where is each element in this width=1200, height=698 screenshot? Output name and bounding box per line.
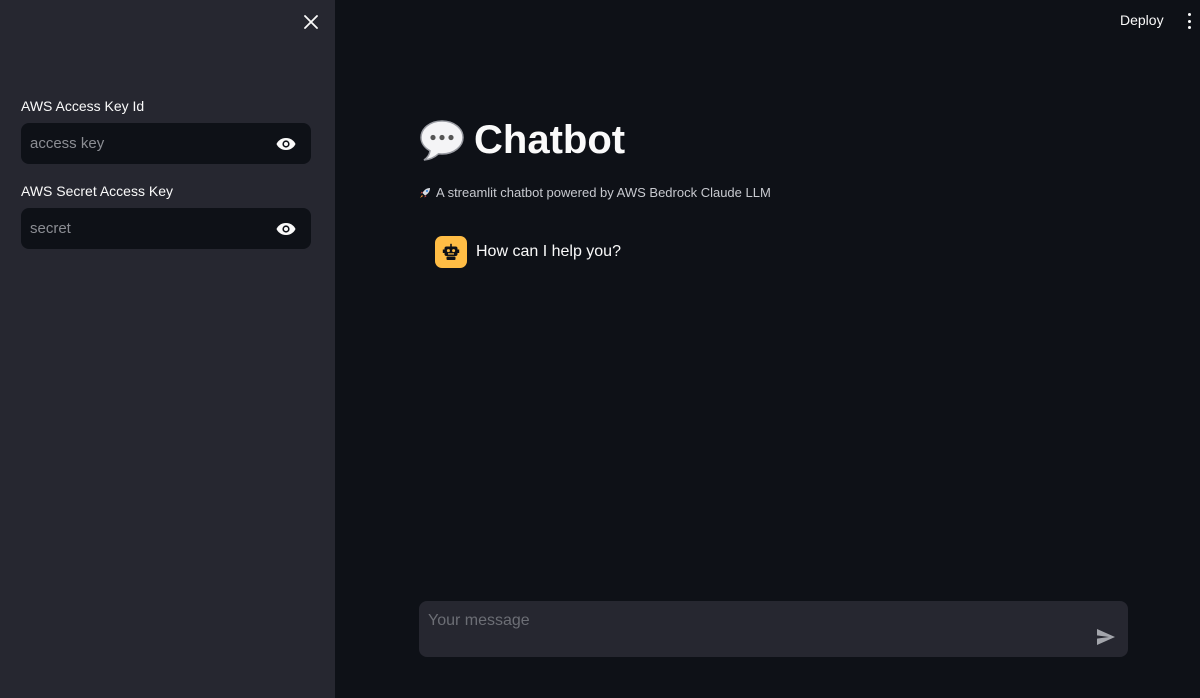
vertical-dots-icon	[1187, 26, 1191, 29]
speech-bubble-icon	[420, 120, 464, 161]
chat-message-assistant: How can I help you?	[435, 236, 621, 268]
chat-message-input[interactable]	[419, 601, 1079, 657]
assistant-avatar	[435, 236, 467, 268]
access-key-label: AWS Access Key Id	[21, 98, 145, 114]
send-button[interactable]	[1094, 626, 1118, 648]
robot-icon	[442, 243, 460, 260]
app-root: AWS Access Key Id AWS Secret Access Key	[0, 0, 1200, 698]
secret-key-input[interactable]	[21, 208, 261, 249]
access-key-field	[21, 123, 311, 164]
caption: A streamlit chatbot powered by AWS Bedro…	[419, 185, 771, 200]
sidebar: AWS Access Key Id AWS Secret Access Key	[0, 0, 335, 698]
close-icon	[304, 15, 318, 29]
vertical-dots-icon	[1187, 19, 1191, 23]
assistant-message-text: How can I help you?	[476, 243, 621, 260]
rocket-icon	[420, 187, 430, 198]
access-key-input[interactable]	[21, 123, 261, 164]
secret-key-label: AWS Secret Access Key	[21, 183, 173, 199]
close-sidebar-button[interactable]	[300, 11, 322, 33]
deploy-button[interactable]: Deploy	[1120, 12, 1164, 28]
toggle-access-key-visibility-button[interactable]	[261, 123, 311, 164]
eye-icon	[276, 137, 296, 150]
eye-icon	[276, 222, 296, 235]
page-title: Chatbot	[419, 115, 625, 165]
main-menu-button[interactable]	[1183, 12, 1195, 30]
caption-text: A streamlit chatbot powered by AWS Bedro…	[436, 185, 771, 200]
toggle-secret-key-visibility-button[interactable]	[261, 208, 311, 249]
chat-input-container	[419, 601, 1128, 657]
secret-key-field	[21, 208, 311, 249]
title-text: Chatbot	[474, 117, 626, 162]
send-icon	[1097, 629, 1115, 645]
vertical-dots-icon	[1187, 13, 1191, 16]
